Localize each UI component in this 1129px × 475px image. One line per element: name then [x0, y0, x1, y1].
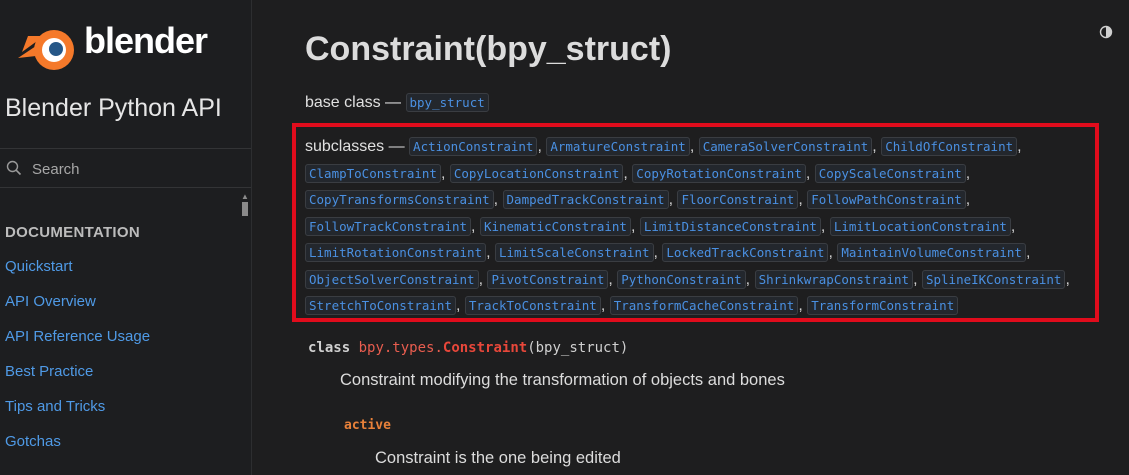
subclass-link[interactable]: SplineIKConstraint: [921, 269, 1066, 289]
nav-item-gotchas[interactable]: Gotchas: [5, 433, 150, 468]
subclass-link[interactable]: ObjectSolverConstraint: [305, 269, 479, 289]
subclass-link[interactable]: CopyRotationConstraint: [632, 163, 806, 183]
separator: ,: [872, 138, 882, 155]
subclass-link[interactable]: LimitRotationConstraint: [305, 243, 487, 262]
page-title: Constraint(bpy_struct): [305, 30, 672, 68]
nav-list: Quickstart API Overview API Reference Us…: [5, 258, 150, 468]
subclasses-list: subclasses — ActionConstraint, ArmatureC…: [305, 134, 1095, 320]
base-class-line: base class — bpy_struct: [305, 93, 489, 112]
search-icon: [6, 160, 22, 176]
separator: ,: [805, 164, 815, 182]
separator: ,: [630, 217, 640, 235]
subclass-link[interactable]: LockedTrackConstraint: [662, 243, 829, 262]
subclass-link[interactable]: LimitDistanceConstraint: [639, 216, 821, 236]
scroll-thumb[interactable]: [242, 202, 248, 216]
subclass-link[interactable]: DampedTrackConstraint: [502, 190, 669, 209]
theme-toggle-icon[interactable]: [1099, 25, 1113, 39]
subclass-link[interactable]: TrackToConstraint: [464, 296, 601, 315]
scroll-up-arrow-icon[interactable]: ▲: [241, 192, 249, 201]
separator: ,: [965, 164, 971, 182]
subclass-link[interactable]: ArmatureConstraint: [546, 137, 690, 156]
separator: ,: [623, 164, 633, 182]
subclass-link[interactable]: MaintainVolumeConstraint: [837, 243, 1026, 262]
subclass-link[interactable]: FollowPathConstraint: [807, 190, 966, 209]
base-class-link[interactable]: bpy_struct: [405, 93, 489, 112]
subclass-link[interactable]: LimitScaleConstraint: [494, 243, 654, 262]
signature-args: (bpy_struct): [527, 340, 629, 356]
separator: ,: [1010, 217, 1016, 235]
subclasses-label: subclasses —: [305, 138, 405, 155]
subclass-link[interactable]: ClampToConstraint: [305, 163, 441, 183]
subclass-link[interactable]: PivotConstraint: [487, 269, 609, 289]
subclass-link[interactable]: CopyLocationConstraint: [449, 163, 624, 183]
separator: ,: [471, 217, 480, 235]
subclass-link[interactable]: CopyScaleConstraint: [814, 163, 966, 183]
signature-keyword: class: [308, 340, 351, 356]
separator: ,: [493, 191, 503, 208]
subclass-link[interactable]: TransformConstraint: [807, 296, 959, 315]
blender-logo[interactable]: blender: [14, 16, 226, 76]
separator: ,: [1025, 244, 1031, 261]
subclass-link[interactable]: ChildOfConstraint: [881, 137, 1018, 156]
search-row: [0, 148, 251, 188]
separator: ,: [486, 244, 495, 261]
separator: ,: [456, 297, 465, 314]
separator: ,: [689, 138, 699, 155]
search-input[interactable]: [30, 158, 234, 180]
nav-caption: DOCUMENTATION: [5, 224, 140, 241]
subclass-link[interactable]: StretchToConstraint: [305, 296, 456, 315]
class-description: Constraint modifying the transformation …: [340, 371, 785, 389]
separator: ,: [1017, 138, 1022, 155]
separator: ,: [440, 164, 450, 182]
subclass-link[interactable]: LimitLocationConstraint: [829, 216, 1011, 236]
separator: ,: [913, 270, 922, 288]
separator: ,: [965, 191, 971, 208]
separator: ,: [600, 297, 610, 314]
project-title[interactable]: Blender Python API: [5, 94, 222, 123]
separator: ,: [1065, 270, 1070, 288]
subclass-link[interactable]: FloorConstraint: [677, 190, 799, 209]
nav-item-api-overview[interactable]: API Overview: [5, 293, 150, 328]
subclass-link[interactable]: KinematicConstraint: [479, 216, 631, 236]
signature-module: bpy.types.: [358, 340, 443, 356]
separator: ,: [798, 191, 808, 208]
logo-text: blender: [84, 20, 208, 61]
separator: ,: [608, 270, 618, 288]
nav-item-tips-and-tricks[interactable]: Tips and Tricks: [5, 398, 150, 433]
nav-item-api-reference-usage[interactable]: API Reference Usage: [5, 328, 150, 363]
subclass-link[interactable]: ActionConstraint: [409, 137, 538, 156]
separator: ,: [798, 297, 808, 314]
subclass-link[interactable]: CameraSolverConstraint: [698, 137, 873, 156]
nav-item-best-practice[interactable]: Best Practice: [5, 363, 150, 398]
main-content: Constraint(bpy_struct) base class — bpy_…: [252, 0, 1129, 475]
subclass-link[interactable]: ShrinkwrapConstraint: [754, 269, 914, 289]
subclass-link[interactable]: CopyTransformsConstraint: [305, 190, 494, 209]
signature-class-name: Constraint: [442, 340, 528, 356]
separator: ,: [820, 217, 830, 235]
attribute-description: Constraint is the one being edited: [375, 449, 621, 467]
class-signature: class bpy.types.Constraint(bpy_struct): [308, 340, 628, 356]
separator: ,: [745, 270, 755, 288]
attribute-name: active: [344, 418, 391, 433]
subclass-link[interactable]: FollowTrackConstraint: [305, 216, 472, 236]
separator: ,: [828, 244, 838, 261]
nav-item-quickstart[interactable]: Quickstart: [5, 258, 150, 293]
blender-logo-icon: [18, 30, 74, 70]
subclass-link[interactable]: PythonConstraint: [617, 269, 746, 289]
base-class-label: base class —: [305, 94, 402, 111]
sidebar-scrollbar[interactable]: ▲: [241, 192, 249, 475]
sidebar: blender Blender Python API ▲ DOCUMENTATI…: [0, 0, 252, 475]
subclass-link[interactable]: TransformCacheConstraint: [609, 296, 799, 315]
